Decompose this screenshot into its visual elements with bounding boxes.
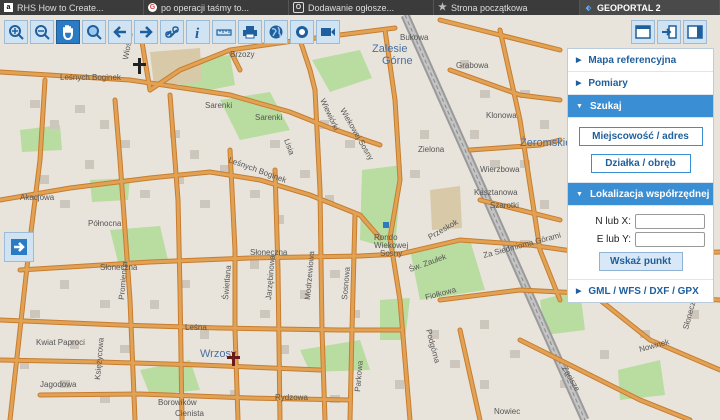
street-label: Północna: [88, 219, 122, 228]
amazon-icon: a: [4, 3, 13, 12]
street-label: Cienista: [175, 409, 204, 418]
street-label: Szarotki: [490, 201, 519, 210]
panel-item-pomiary[interactable]: ▶ Pomiary: [568, 72, 713, 95]
back-arrow-icon[interactable]: [108, 20, 132, 44]
tab-label: Dodawanie ogłosze...: [308, 2, 395, 13]
panel-item-label: Lokalizacja współrzędnej: [589, 188, 710, 200]
street-label: Leśna: [185, 323, 207, 332]
street-label: Leśnych Boginek: [60, 73, 122, 82]
street-label: Nowiec: [494, 407, 520, 416]
arrow-right-icon: [11, 239, 27, 255]
target-icon[interactable]: [290, 20, 314, 44]
zoom-in-icon[interactable]: [4, 20, 28, 44]
e-label: E lub Y:: [596, 233, 631, 245]
panel-item-gml[interactable]: ▶ GML / WFS / DXF / GPX: [568, 280, 713, 302]
zoom-box-icon[interactable]: [82, 20, 106, 44]
tab-label: po operacji taśmy to...: [161, 2, 250, 13]
browser-tab-google[interactable]: G po operacji taśmy to...: [144, 0, 289, 15]
google-icon: G: [148, 3, 157, 12]
street-label: Sarenki: [205, 101, 232, 110]
print-icon[interactable]: [238, 20, 262, 44]
street-label: Akacjowa: [20, 193, 55, 202]
svg-text:i: i: [195, 26, 200, 40]
tab-label: GEOPORTAL 2: [597, 2, 661, 13]
street-label: Borowików: [158, 398, 197, 407]
panel-item-lokalizacja[interactable]: ▼ Lokalizacja współrzędnej: [568, 183, 713, 206]
place-label: Sosny: [380, 249, 402, 258]
pan-hand-icon[interactable]: [56, 20, 80, 44]
panel-item-label: Pomiary: [588, 77, 628, 89]
e-field-row: E lub Y:: [576, 230, 705, 248]
wskaz-punkt-button[interactable]: Wskaż punkt: [598, 252, 683, 271]
street-label: Wierzbowa: [480, 165, 520, 174]
street-label: Kasztanowa: [474, 188, 518, 197]
sidebar-toggle-icon[interactable]: [683, 20, 707, 44]
browser-tab-bar: a RHS How to Create... G po operacji taś…: [0, 0, 720, 15]
search-section: Miejscowość / adres Działka / obręb: [568, 118, 713, 183]
export-icon[interactable]: [657, 20, 681, 44]
panel-item-label: GML / WFS / DXF / GPX: [588, 285, 699, 297]
star-icon: ★: [438, 2, 447, 13]
street-label: Sarenki: [255, 113, 282, 122]
n-input[interactable]: [635, 213, 705, 229]
bus-stop-icon: [383, 222, 389, 228]
zoom-out-icon[interactable]: [30, 20, 54, 44]
browser-tab-rhs[interactable]: a RHS How to Create...: [0, 0, 144, 15]
window-icon[interactable]: [631, 20, 655, 44]
panel-item-mapa[interactable]: ▶ Mapa referencyjna: [568, 49, 713, 72]
video-icon[interactable]: [316, 20, 340, 44]
place-label: Zalesie: [372, 43, 407, 55]
chevron-down-icon: ▼: [576, 102, 583, 110]
n-field-row: N lub X:: [576, 212, 705, 230]
street-label: Brzozy: [230, 50, 254, 59]
street-label: Jagodowa: [40, 380, 77, 389]
chevron-down-icon: ▼: [576, 190, 583, 198]
link-icon[interactable]: [160, 20, 184, 44]
expand-left-panel-button[interactable]: [4, 232, 34, 262]
chevron-right-icon: ▶: [576, 288, 582, 295]
street-label: Klonowa: [486, 111, 517, 120]
street-label: Bukowa: [400, 33, 429, 42]
panel-item-label: Mapa referencyjna: [588, 54, 677, 66]
forward-arrow-icon[interactable]: [134, 20, 158, 44]
street-label: Rydzowa: [275, 393, 308, 402]
browser-tab-start[interactable]: ★ Strona początkowa: [434, 0, 580, 15]
street-label: Grabowa: [456, 61, 489, 70]
browser-tab-dodawanie[interactable]: O Dodawanie ogłosze...: [289, 0, 434, 15]
street-label: Zielona: [418, 145, 445, 154]
miejscowosc-button[interactable]: Miejscowość / adres: [578, 127, 703, 146]
browser-tab-geoportal[interactable]: ⬖ GEOPORTAL 2: [580, 0, 720, 15]
street-label: Kwiat Paproci: [36, 338, 85, 347]
panel-item-label: Szukaj: [589, 100, 622, 112]
globe-icon[interactable]: [264, 20, 288, 44]
e-input[interactable]: [635, 231, 705, 247]
panel-item-szukaj[interactable]: ▼ Szukaj: [568, 95, 713, 118]
tab-label: Strona początkowa: [451, 2, 528, 13]
tools-panel: ▶ Mapa referencyjna ▶ Pomiary ▼ Szukaj Miej…: [567, 48, 714, 303]
dzialka-button[interactable]: Działka / obręb: [590, 154, 691, 173]
n-label: N lub X:: [595, 215, 631, 227]
place-label: Górne: [382, 55, 413, 67]
geoportal-icon: ⬖: [585, 4, 592, 12]
map-toolbar: i: [4, 20, 340, 44]
chevron-right-icon: ▶: [576, 57, 582, 64]
tab-label: RHS How to Create...: [17, 2, 104, 13]
coordinate-section: N lub X: E lub Y: Wskaż punkt: [568, 206, 713, 280]
ruler-icon[interactable]: [212, 20, 236, 44]
info-icon[interactable]: i: [186, 20, 210, 44]
right-toolbar: [631, 20, 707, 44]
chevron-right-icon: ▶: [576, 80, 582, 87]
site-icon: O: [293, 2, 304, 13]
